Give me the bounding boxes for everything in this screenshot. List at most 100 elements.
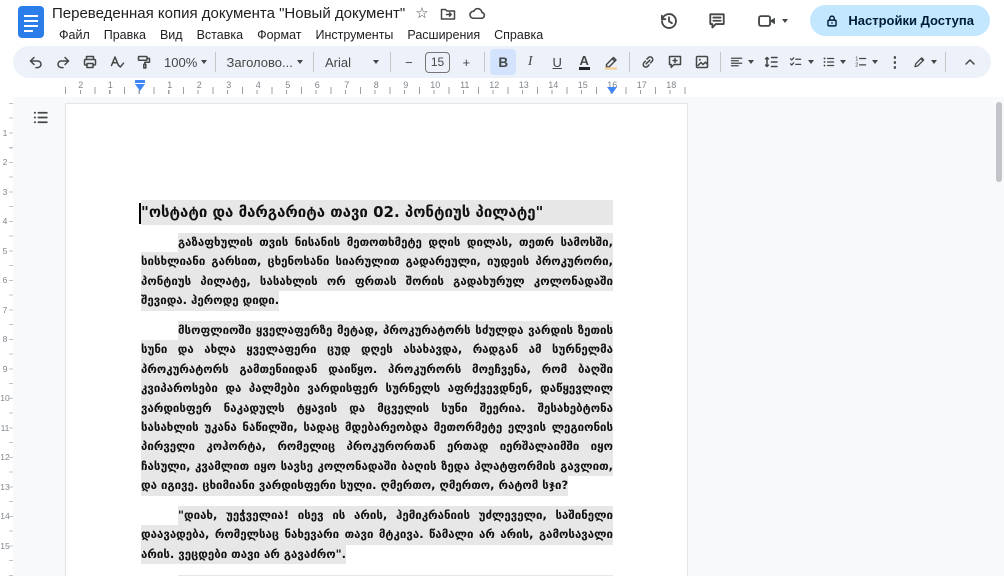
insert-image-button[interactable]	[689, 49, 715, 75]
toolbar-divider	[629, 52, 630, 72]
undo-button[interactable]	[23, 49, 49, 75]
comments-button[interactable]	[700, 6, 734, 36]
move-folder-icon[interactable]	[439, 5, 457, 23]
bold-button[interactable]: B	[490, 49, 516, 75]
menu-item[interactable]: Правка	[97, 26, 153, 44]
editing-mode-button[interactable]	[909, 49, 940, 75]
text-line[interactable]	[141, 564, 613, 575]
menu-item[interactable]: Расширения	[400, 26, 487, 44]
chevron-down-icon	[808, 60, 814, 64]
more-options-button[interactable]: ⋮	[882, 49, 908, 75]
video-call-button[interactable]	[748, 6, 796, 36]
font-size-input[interactable]: 15	[425, 52, 450, 73]
redo-button[interactable]	[50, 49, 76, 75]
toolbar-divider	[313, 52, 314, 72]
toolbar-divider	[484, 52, 485, 72]
horizontal-ruler[interactable]: 21 123456789101112131415161718	[0, 80, 1004, 97]
chevron-down-icon	[782, 19, 788, 23]
text-line[interactable]: არის. ვეცდები თავი არ გავაძრო".	[141, 545, 613, 564]
document-page[interactable]: "ოსტატი და მარგარიტა თავი 02. პონტიუს პი…	[65, 103, 688, 576]
text-line[interactable]: "დიახ, უეჭველია! ისევ ის არის, ჰემიკრანი…	[141, 506, 613, 525]
bulleted-list-button[interactable]	[818, 49, 849, 75]
vertical-scrollbar[interactable]	[996, 102, 1002, 182]
text-line[interactable]: პირველი კოჰორტა, რომელიც პროკურორთან ერთ…	[141, 437, 613, 456]
font-value: Arial	[325, 55, 351, 70]
italic-button[interactable]: I	[517, 49, 543, 75]
add-comment-button[interactable]	[662, 49, 688, 75]
menu-item[interactable]: Формат	[250, 26, 308, 44]
text-line[interactable]: სისხლიანი გარსით, ცხენოსანი სიარულით გად…	[141, 252, 613, 271]
menu-item[interactable]: Вид	[153, 26, 190, 44]
menu-item[interactable]: Справка	[487, 26, 550, 44]
hide-menus-button[interactable]	[957, 49, 983, 75]
ruler-number: 2	[0, 148, 10, 178]
show-outline-button[interactable]	[28, 105, 52, 129]
text-color-label: A	[579, 54, 590, 70]
text-line[interactable]: დაავადება, რომელსაც ნახევარი თავი მტკივა…	[141, 525, 613, 544]
text-line[interactable]	[141, 496, 613, 507]
text-line[interactable]: და იგივე. ცხიმიანი ვარდისფერი სული. ღმერ…	[141, 476, 613, 495]
share-button-label: Настройки Доступа	[848, 13, 974, 28]
text-line[interactable]: შევიდა. ჰეროდე დიდი.	[141, 291, 613, 310]
share-button[interactable]: Настройки Доступа	[810, 5, 990, 36]
document-heading-line[interactable]: "ოსტატი და მარგარიტა თავი 02. პონტიუს პი…	[141, 200, 613, 226]
menu-item[interactable]: Инструменты	[308, 26, 400, 44]
numbered-list-button[interactable]: 12	[850, 49, 881, 75]
chevron-down-icon	[872, 60, 878, 64]
text-line[interactable]: გაზაფხულის თვის ნისანის მეთოთხმეტე დღის …	[141, 233, 613, 252]
spell-check-button[interactable]	[104, 49, 130, 75]
first-line-indent-marker[interactable]	[135, 80, 145, 83]
text-line[interactable]: პროკურატორს გამთენიიდან დაიწყო. პროკურორ…	[141, 360, 613, 379]
docs-logo-icon[interactable]	[18, 6, 44, 38]
ruler-number: 10	[0, 384, 10, 414]
star-icon[interactable]: ☆	[415, 6, 428, 21]
chevron-down-icon	[373, 60, 379, 64]
cloud-status-icon[interactable]	[467, 4, 486, 23]
ruler-number: 13	[0, 472, 10, 502]
text-line[interactable]: პონტიუს პილატე, სასახლის ორ ფრთას შორის …	[141, 272, 613, 291]
menu-item[interactable]: Файл	[52, 26, 97, 44]
chevron-down-icon	[201, 60, 207, 64]
google-docs-app: Переведенная копия документа "Новый доку…	[0, 0, 1004, 576]
underline-button[interactable]: U	[544, 49, 570, 75]
line-spacing-button[interactable]	[758, 49, 784, 75]
chevron-down-icon	[748, 60, 754, 64]
ruler-number: 3	[0, 177, 10, 207]
font-size-decrease-button[interactable]: −	[396, 49, 422, 75]
ruler-number: 9	[0, 354, 10, 384]
toolbar-divider	[215, 52, 216, 72]
print-button[interactable]	[77, 49, 103, 75]
ruler-number: 1	[0, 118, 10, 148]
right-indent-marker[interactable]	[607, 87, 617, 94]
zoom-select[interactable]: 100%	[158, 49, 210, 75]
text-line[interactable]: ჩასული, კვამლით იყო სავსე კოლონადაში ბაღ…	[141, 457, 613, 476]
text-line[interactable]: სუნი და ახლა ყველაფერი ცუდ დღეს ასახავდა…	[141, 340, 613, 359]
toolbar-divider	[720, 52, 721, 72]
text-line[interactable]: კვიპაროსები და პალმები ვარდისფერ სურნელს…	[141, 379, 613, 398]
document-canvas: "ოსტატი და მარგარიტა თავი 02. პონტიუს პი…	[0, 97, 1004, 576]
text-color-button[interactable]: A	[571, 49, 597, 75]
toolbar-divider	[390, 52, 391, 72]
menu-item[interactable]: Вставка	[190, 26, 250, 44]
font-size-increase-button[interactable]: +	[453, 49, 479, 75]
vertical-ruler[interactable]: 123456789101112131415	[0, 97, 13, 576]
checklist-button[interactable]	[785, 49, 816, 75]
ruler-ticks	[65, 87, 688, 94]
highlight-color-button[interactable]	[598, 49, 624, 75]
svg-text:2: 2	[855, 63, 858, 69]
style-value: Заголово...	[227, 55, 293, 70]
document-title[interactable]: Переведенная копия документа "Новый доку…	[52, 5, 405, 22]
text-line[interactable]	[141, 311, 613, 322]
left-indent-marker[interactable]	[135, 84, 145, 91]
ruler-number: 11	[0, 413, 10, 443]
text-line[interactable]: ვარდისფერ ნაკადულს ტყავის და მცველის სუნ…	[141, 399, 613, 418]
paragraph-style-select[interactable]: Заголово...	[221, 49, 308, 75]
align-button[interactable]	[726, 49, 757, 75]
text-line[interactable]: სასახლის უკანა ნაწილში, სადაც მდებარეობდ…	[141, 418, 613, 437]
insert-link-button[interactable]	[635, 49, 661, 75]
font-select[interactable]: Arial	[319, 49, 385, 75]
version-history-button[interactable]	[652, 6, 686, 36]
paint-format-button[interactable]	[131, 49, 157, 75]
ruler-number: 4	[0, 207, 10, 237]
text-line[interactable]: მსოფლიოში ყველაფერზე მეტად, პროკურატორს …	[141, 321, 613, 340]
